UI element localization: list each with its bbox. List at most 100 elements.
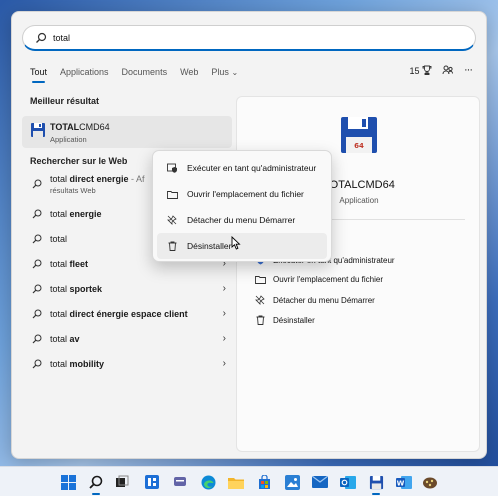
unpin-icon bbox=[253, 295, 267, 305]
filter-tabs: Tout Applications Documents Web Plus ⌄ bbox=[30, 67, 251, 83]
taskbar-app-photos[interactable] bbox=[282, 472, 302, 492]
best-match-title: Meilleur résultat bbox=[30, 96, 100, 106]
web-result-suffix: - Af bbox=[128, 174, 145, 184]
start-menu-search-panel: total Tout Applications Documents Web Pl… bbox=[11, 11, 487, 459]
search-icon bbox=[32, 259, 42, 269]
web-result-prefix: total bbox=[50, 259, 70, 269]
detail-action-unpin[interactable]: Détacher du menu Démarrer bbox=[253, 295, 375, 305]
svg-text:W: W bbox=[397, 479, 405, 487]
web-result-label: total bbox=[50, 234, 67, 244]
tab-all[interactable]: Tout bbox=[30, 67, 47, 83]
context-item-run-as-admin[interactable]: Exécuter en tant qu'administrateur bbox=[157, 155, 327, 181]
search-icon bbox=[32, 309, 42, 319]
web-result-item[interactable]: total av › bbox=[22, 327, 232, 352]
floppy-disk-icon: 64 bbox=[341, 117, 377, 153]
web-result-sub: résultats Web bbox=[50, 186, 96, 195]
svg-text:64: 64 bbox=[354, 142, 364, 150]
detail-action-label: Ouvrir l'emplacement du fichier bbox=[273, 275, 384, 284]
chevron-down-icon: ⌄ bbox=[231, 68, 239, 77]
rewards-points[interactable]: 15 bbox=[409, 65, 432, 76]
widgets-button[interactable] bbox=[142, 472, 162, 492]
word-icon: W bbox=[396, 475, 412, 489]
tab-more[interactable]: Plus ⌄ bbox=[211, 67, 238, 81]
search-icon bbox=[32, 209, 42, 219]
search-icon bbox=[36, 32, 47, 43]
web-result-item[interactable]: total sportek › bbox=[22, 277, 232, 302]
search-box[interactable]: total bbox=[22, 25, 476, 51]
best-match-type: Application bbox=[50, 135, 87, 144]
detail-action-open-location[interactable]: Ouvrir l'emplacement du fichier bbox=[253, 275, 383, 284]
search-icon bbox=[32, 234, 42, 244]
detail-action-label: Détacher du menu Démarrer bbox=[273, 295, 375, 305]
taskbar-search-button[interactable] bbox=[86, 472, 106, 495]
search-icon bbox=[89, 475, 103, 489]
web-result-item[interactable]: total mobility › bbox=[22, 352, 232, 377]
taskbar-app-edge[interactable] bbox=[198, 472, 218, 492]
taskbar-app-mail[interactable] bbox=[310, 472, 330, 492]
search-icon bbox=[32, 284, 42, 294]
context-item-label: Ouvrir l'emplacement du fichier bbox=[187, 189, 304, 199]
taskbar-app-file-explorer[interactable] bbox=[226, 472, 246, 492]
windows-logo-icon bbox=[60, 474, 76, 490]
context-item-uninstall[interactable]: Désinstaller bbox=[157, 233, 327, 259]
more-options-icon[interactable]: ··· bbox=[464, 64, 473, 76]
context-item-unpin[interactable]: Détacher du menu Démarrer bbox=[157, 207, 327, 233]
detail-action-uninstall[interactable]: Désinstaller bbox=[253, 315, 315, 325]
tab-web[interactable]: Web bbox=[180, 67, 198, 81]
web-result-prefix: total bbox=[50, 359, 70, 369]
web-result-bold: direct énergie espace client bbox=[69, 309, 188, 319]
search-input[interactable]: total bbox=[53, 33, 70, 43]
taskbar-app-chat[interactable] bbox=[170, 472, 190, 492]
start-button[interactable] bbox=[58, 472, 78, 492]
photos-icon bbox=[284, 474, 300, 490]
chevron-right-icon: › bbox=[222, 358, 226, 369]
folder-icon bbox=[228, 477, 244, 489]
context-item-label: Détacher du menu Démarrer bbox=[187, 215, 296, 225]
web-result-bold: sportek bbox=[69, 284, 103, 294]
search-icon bbox=[32, 179, 42, 189]
taskbar-app-other[interactable] bbox=[420, 472, 440, 492]
search-icon bbox=[32, 359, 42, 369]
chat-icon bbox=[174, 477, 186, 486]
app-icon bbox=[423, 477, 437, 488]
search-icon bbox=[32, 334, 42, 344]
web-result-bold: mobility bbox=[69, 359, 105, 369]
chevron-right-icon: › bbox=[222, 283, 226, 294]
chevron-right-icon: › bbox=[222, 333, 226, 344]
web-result-label: total direct énergie espace client bbox=[50, 309, 188, 319]
mail-icon bbox=[312, 476, 328, 488]
mouse-cursor-icon bbox=[231, 236, 241, 250]
web-result-label: total sportek bbox=[50, 284, 102, 294]
web-result-prefix: total bbox=[50, 334, 70, 344]
web-result-bold: direct energie bbox=[69, 174, 129, 184]
best-match-name-rest: CMD64 bbox=[79, 122, 110, 132]
web-result-bold: av bbox=[69, 334, 80, 344]
account-icon[interactable] bbox=[442, 64, 454, 76]
widgets-icon bbox=[145, 475, 159, 489]
best-match-name-bold: TOTAL bbox=[50, 122, 80, 132]
taskbar-app-word[interactable]: W bbox=[394, 472, 414, 492]
web-result-prefix: total bbox=[50, 284, 70, 294]
shield-window-icon bbox=[165, 163, 179, 173]
edge-browser-icon bbox=[201, 475, 215, 489]
web-result-label: total av bbox=[50, 334, 80, 344]
taskbar-app-totalcmd[interactable] bbox=[366, 472, 386, 495]
web-result-label: total mobility bbox=[50, 359, 104, 369]
chevron-right-icon: › bbox=[222, 308, 226, 319]
web-result-prefix: total bbox=[50, 234, 68, 244]
taskbar-app-store[interactable] bbox=[254, 472, 274, 492]
trash-icon bbox=[253, 315, 267, 325]
tab-documents[interactable]: Documents bbox=[122, 67, 168, 81]
taskbar-app-outlook[interactable] bbox=[338, 472, 358, 492]
web-result-label: total direct energie - Af bbox=[50, 174, 145, 184]
context-item-open-location[interactable]: Ouvrir l'emplacement du fichier bbox=[157, 181, 327, 207]
task-view-button[interactable] bbox=[112, 472, 132, 492]
web-result-item[interactable]: total direct énergie espace client › bbox=[22, 302, 232, 327]
tab-more-label: Plus bbox=[211, 67, 229, 77]
header-right: 15 ··· bbox=[409, 64, 473, 76]
rewards-count: 15 bbox=[409, 65, 420, 76]
tab-applications[interactable]: Applications bbox=[60, 67, 109, 81]
web-result-prefix: total bbox=[50, 309, 70, 319]
best-match-name: TOTALCMD64 bbox=[50, 122, 110, 132]
best-match-item[interactable]: TOTALCMD64 Application bbox=[22, 116, 232, 148]
